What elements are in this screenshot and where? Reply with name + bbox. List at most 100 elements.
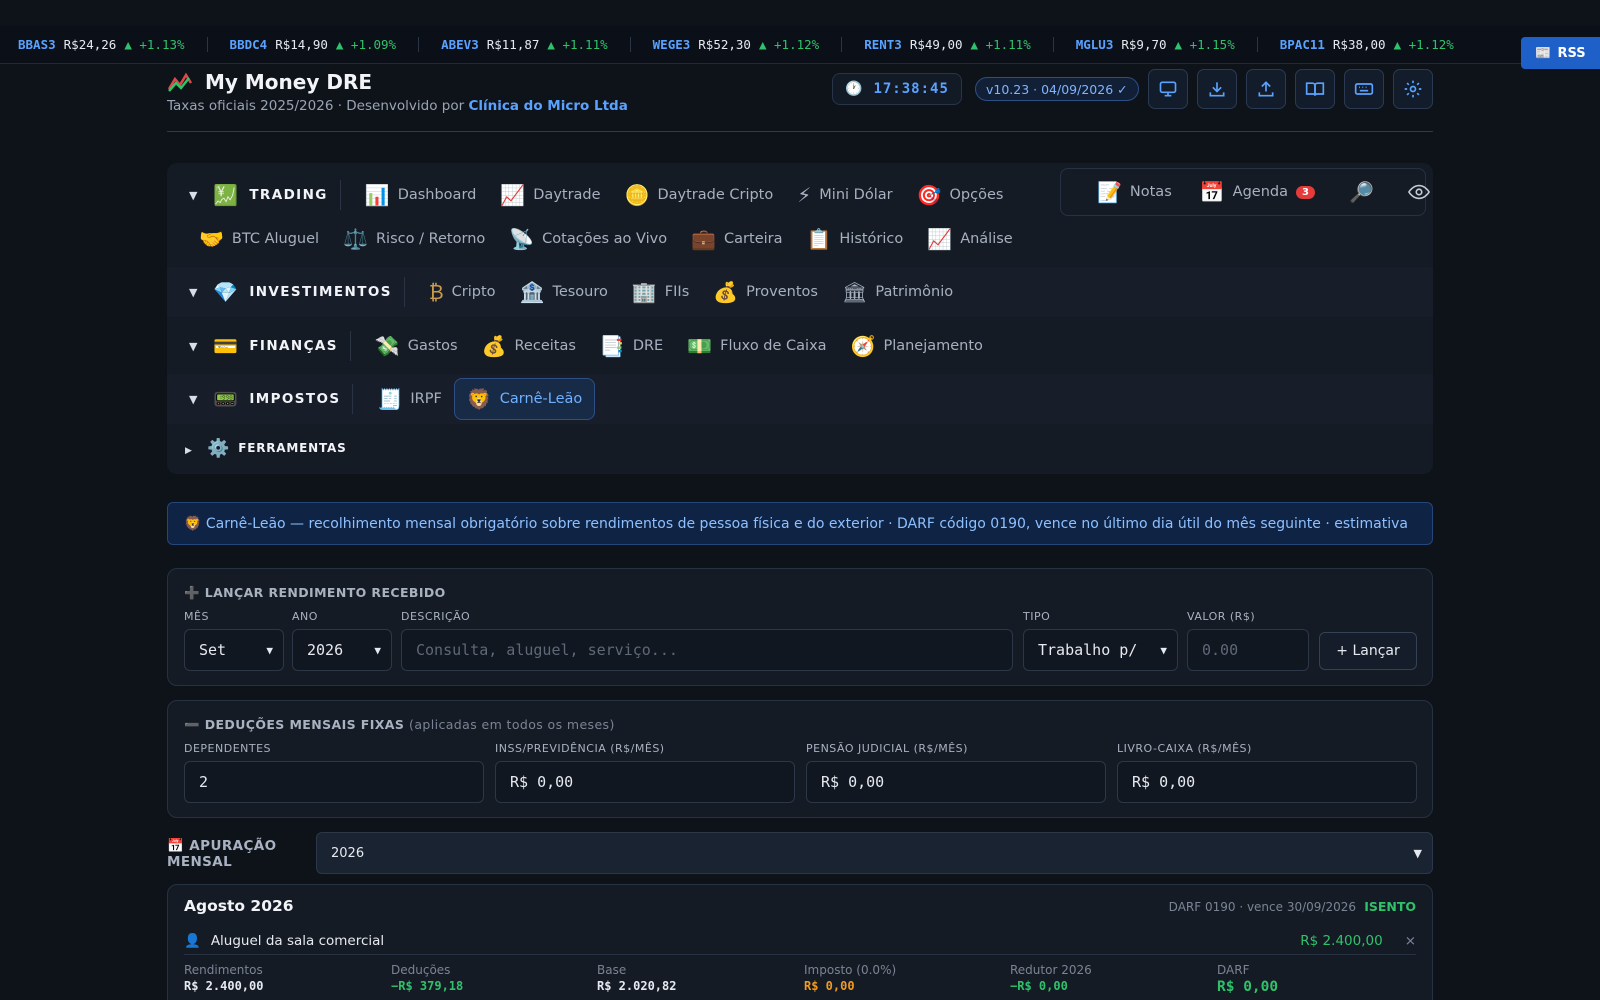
nav-item-cripto[interactable]: ₿ Cripto [417,272,508,313]
gear-icon: ⚙️ [207,437,231,459]
brand: My Money DRE [167,70,372,94]
year-select[interactable]: 2026 ▼ [292,629,392,671]
livro-caixa-input[interactable]: R$ 0,00 [1117,761,1417,803]
ticker-item[interactable]: RENT3 R$49,00 ▲ +1.11% [864,37,1054,52]
gear-icon [1404,80,1422,98]
settings-button[interactable] [1393,69,1433,109]
nav-item-dashboard[interactable]: 📊 Dashboard [353,175,489,215]
nav-item-cotacoes[interactable]: 📡 Cotações ao Vivo [497,219,679,259]
pension-input[interactable]: R$ 0,00 [806,761,1106,803]
magnifier-icon: 🔎 [1348,180,1374,204]
nav-category-financas[interactable]: ▼ 💳 FINANÇAS [189,334,350,358]
dependents-label: DEPENDENTES [184,742,272,755]
ticker-item[interactable]: WEGE3 R$52,30 ▲ +1.12% [653,37,843,52]
card-title: ➕ LANÇAR RENDIMENTO RECEBIDO [184,585,446,600]
company-link[interactable]: Clínica do Micro Ltda [468,98,627,114]
coin-icon: 🪙 [624,183,650,207]
remove-entry-button[interactable]: × [1405,933,1416,949]
ticker-item[interactable]: BBDC4 R$14,90 ▲ +1.09% [230,37,420,52]
apuracao-year-select[interactable]: 2026 ▼ [316,832,1433,874]
inss-label: INSS/PREVIDÊNCIA (R$/MÊS) [495,742,665,755]
chevron-down-icon: ▼ [266,643,273,657]
target-icon: 🎯 [916,183,942,207]
month-title: Agosto 2026 [184,897,294,915]
nav-item-tesouro[interactable]: 🏦 Tesouro [508,272,620,312]
eye-icon [1407,184,1430,200]
description-input[interactable]: Consulta, aluguel, serviço... [401,629,1013,671]
notes-button[interactable]: 📝 Notas [1093,176,1176,208]
agenda-button[interactable]: 📅 Agenda 3 [1196,176,1319,208]
ticker-item[interactable]: BPAC11 R$38,00 ▲ +1.12% [1280,37,1476,52]
main-navigation: ▼ 💹 TRADING 📊 Dashboard 📈 Daytrade 🪙 Daytra… [167,163,1433,474]
nav-financas-row: ▼ 💳 FINANÇAS 💸 Gastos 💰 Receitas 📑 DRE 💵 Flu… [167,321,1433,371]
nav-item-daytrade[interactable]: 📈 Daytrade [488,175,612,215]
banknote-icon: 💵 [687,334,713,358]
building-icon: 🏢 [631,280,657,304]
nav-item-daytrade-cripto[interactable]: 🪙 Daytrade Cripto [613,175,786,215]
monitor-button[interactable] [1148,69,1188,109]
nav-category-investimentos[interactable]: ▼ 💎 INVESTIMENTOS [189,280,404,304]
upload-button[interactable] [1246,69,1286,109]
nav-item-patrimonio[interactable]: 🏛 Patrimônio [830,272,965,312]
money-bag-icon: 💰 [713,280,739,304]
quick-actions: 📝 Notas 📅 Agenda 3 🔎 [1060,168,1430,216]
clock: 🕐 17:38:45 [832,73,962,105]
nav-item-analise[interactable]: 📈 Análise [915,219,1024,259]
manual-button[interactable] [1295,69,1335,109]
month-summary-card: Agosto 2026 DARF 0190 · vence 30/09/2026… [167,884,1433,1000]
value-label: VALOR (R$) [1187,610,1256,623]
stat-redutor: Redutor 2026 −R$ 0,00 [1010,963,1092,993]
nav-item-carne-leao[interactable]: 🦁 Carnê-Leão [453,378,596,420]
type-label: TIPO [1023,610,1051,623]
keyboard-icon [1354,83,1374,95]
ticker-item[interactable]: BBAS3 R$24,26 ▲ +1.13% [18,37,208,52]
nav-item-gastos[interactable]: 💸 Gastos [363,326,470,366]
ticker-item[interactable]: MGLU3 R$9,70 ▲ +1.15% [1076,37,1258,52]
stat-deducoes: Deduções −R$ 379,18 [391,963,464,993]
nav-category-trading[interactable]: ▼ 💹 TRADING [189,183,340,207]
stock-ticker: BBAS3 R$24,26 ▲ +1.13% BBDC4 R$14,90 ▲ +1.09… [0,26,1600,64]
rss-button[interactable]: 📰 RSS [1521,37,1600,69]
caret-down-icon: ▼ [189,339,199,353]
nav-item-fiis[interactable]: 🏢 FIIs [620,272,701,312]
dependents-input[interactable]: 2 [184,761,484,803]
status-badge: ISENTO [1364,899,1416,914]
compass-icon: 🧭 [850,334,876,358]
version-badge[interactable]: v10.23 · 04/09/2026 ✓ [975,77,1139,101]
nav-category-ferramentas[interactable]: ▶ ⚙️ FERRAMENTAS [185,438,359,459]
satellite-icon: 📡 [509,227,535,251]
search-button[interactable]: 🔎 [1339,176,1384,208]
nav-item-dre[interactable]: 📑 DRE [588,326,675,366]
lion-icon: 🦁 [466,387,492,411]
money-wings-icon: 💸 [374,334,400,358]
nav-item-proventos[interactable]: 💰 Proventos [701,272,830,312]
app-subtitle: Taxas oficiais 2025/2026 · Desenvolvido … [167,98,628,114]
description-label: DESCRIÇÃO [401,610,471,623]
type-select[interactable]: Trabalho p/▼ [1023,629,1178,671]
visibility-toggle[interactable] [1404,180,1434,204]
value-input[interactable]: 0.00 [1187,629,1309,671]
inss-input[interactable]: R$ 0,00 [495,761,795,803]
nav-item-carteira[interactable]: 💼 Carteira [679,219,794,259]
nav-item-opcoes[interactable]: 🎯 Opções [905,175,1016,215]
ticker-item[interactable]: ABEV3 R$11,87 ▲ +1.11% [441,37,631,52]
nav-category-impostos[interactable]: ▼ 📟 IMPOSTOS [189,387,352,411]
nav-item-planejamento[interactable]: 🧭 Planejamento [839,326,995,366]
nav-item-historico[interactable]: 📋 Histórico [794,219,915,259]
nav-item-btc-aluguel[interactable]: 🤝 BTC Aluguel [187,219,331,259]
download-button[interactable] [1197,69,1237,109]
launch-button[interactable]: + Lançar [1319,632,1417,670]
nav-item-fluxo-caixa[interactable]: 💵 Fluxo de Caixa [675,326,838,366]
nav-item-mini-dolar[interactable]: ⚡ Mini Dólar [785,175,904,215]
nav-item-irpf[interactable]: 🧾 IRPF [365,379,453,419]
nav-item-receitas[interactable]: 💰 Receitas [470,326,588,366]
month-select[interactable]: Set ▼ [184,629,284,671]
shortcuts-button[interactable] [1344,69,1384,109]
nav-item-risco-retorno[interactable]: ⚖️ Risco / Retorno [331,219,497,259]
person-icon: 👤 [184,932,201,949]
app-title: My Money DRE [205,70,373,94]
caret-down-icon: ▼ [189,285,199,299]
launch-income-card: ➕ LANÇAR RENDIMENTO RECEBIDO MÊS Set ▼ AN… [167,568,1433,686]
pager-icon: 📟 [213,387,240,411]
darf-due: DARF 0190 · vence 30/09/2026 [1168,900,1356,914]
